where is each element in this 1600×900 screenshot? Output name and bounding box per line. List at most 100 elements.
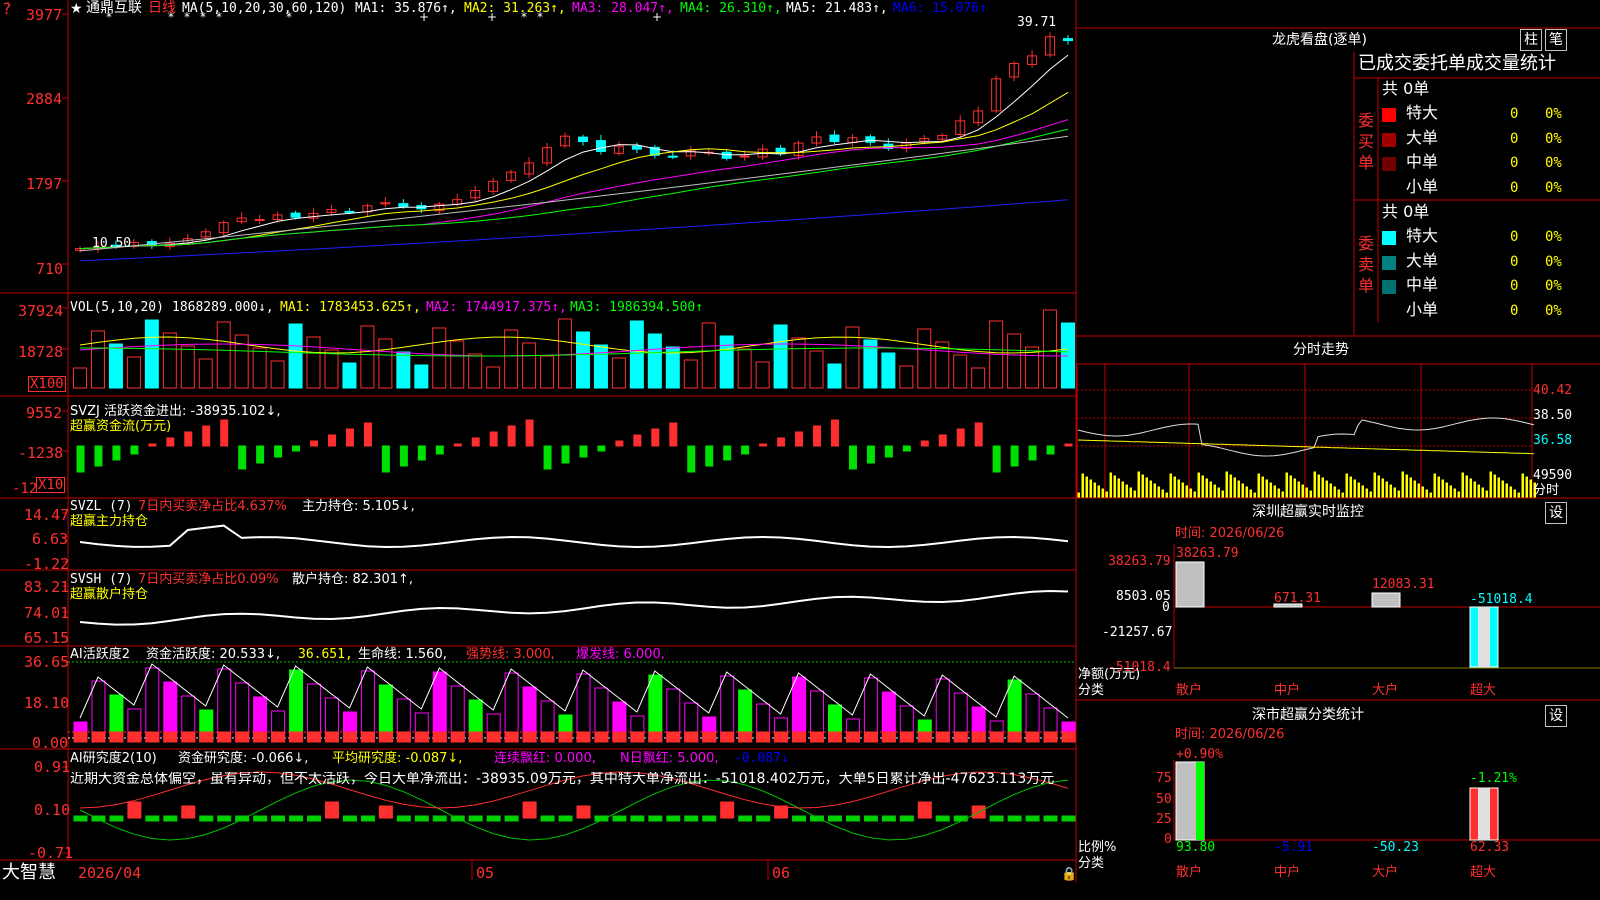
flow-bar <box>94 445 103 467</box>
flow-bar <box>310 440 319 447</box>
flow-bar <box>615 440 624 447</box>
intraday-volume <box>1397 490 1400 498</box>
intraday-volume <box>1461 472 1464 498</box>
intraday-volume <box>1401 471 1404 498</box>
intraday-volume <box>1325 480 1328 498</box>
intraday-volume <box>1269 482 1272 498</box>
intraday-volume <box>1361 485 1364 498</box>
sz-monitor-category: 中户 <box>1274 683 1301 698</box>
intraday-volume <box>1093 482 1096 498</box>
intraday-volume <box>1253 492 1256 498</box>
activity-base <box>468 731 483 743</box>
sz-monitor-settings-button[interactable]: 设 <box>1545 502 1567 524</box>
tick-view-button[interactable]: 笔 <box>1545 29 1567 51</box>
volume-bar <box>108 343 123 389</box>
research-bar <box>396 815 411 822</box>
sell-row-count: 0 <box>1510 253 1519 270</box>
activity-base <box>73 731 88 743</box>
activity-base <box>289 731 304 743</box>
bar-view-button[interactable]: 柱 <box>1520 29 1542 51</box>
stats-title: 已成交委托单成交量统计 <box>1358 53 1556 74</box>
buy-row-label: 中单 <box>1406 152 1439 171</box>
intraday-volume <box>1261 476 1264 498</box>
intraday-volume <box>1393 487 1396 498</box>
activity-bar <box>360 670 375 743</box>
research-bar <box>145 815 160 822</box>
intraday-volume <box>1113 475 1116 498</box>
flow-bar <box>489 431 498 447</box>
intraday-volume <box>1117 478 1120 498</box>
flow-bar <box>1010 445 1019 467</box>
buy-row-count: 0 <box>1510 106 1519 122</box>
intraday-volume <box>1457 491 1460 498</box>
intraday-volume <box>1285 472 1288 498</box>
flow-bar <box>1046 445 1055 455</box>
research-bar <box>792 815 807 822</box>
research-bar <box>324 801 339 819</box>
research-bar <box>342 815 357 822</box>
activity-base <box>971 731 986 743</box>
activity-base <box>810 731 825 743</box>
research-bar <box>468 815 483 822</box>
candle-body <box>254 219 265 222</box>
research-bar <box>271 815 286 822</box>
period-label[interactable]: 日线 <box>148 1 176 15</box>
ai-research-v1: 资金研究度: -0.066↓, <box>178 751 309 766</box>
research-bar <box>863 815 878 822</box>
favorite-star-icon[interactable]: ★ <box>70 2 83 16</box>
intraday-volume <box>1473 481 1476 498</box>
research-bar <box>163 815 178 822</box>
intraday-volume <box>1481 487 1484 498</box>
flow-bar <box>920 440 929 447</box>
ai-active-title: AI活跃度2 <box>70 647 130 662</box>
volume-bar <box>270 360 285 389</box>
volume-bar <box>288 323 303 389</box>
research-bar <box>881 815 896 822</box>
volume-bar <box>881 352 896 389</box>
activity-line <box>79 663 1069 719</box>
svsh-title: SVSH (7) <box>70 572 133 587</box>
intraday-volume <box>1221 490 1224 498</box>
sell-orders-label: 委卖单 <box>1358 234 1375 295</box>
activity-base <box>253 731 268 743</box>
flow-bar <box>345 428 354 447</box>
sz-monitor-value: -51018.4 <box>1470 592 1533 607</box>
vol-title: VOL(5,10,20) <box>70 300 164 315</box>
ai-active-axis-tick: 18.10 <box>24 694 70 712</box>
sz-class-settings-button[interactable]: 设 <box>1545 705 1567 727</box>
date-axis-tick: 2026/04 <box>78 864 142 882</box>
intraday-volume <box>1437 476 1440 498</box>
volume-bar <box>611 357 626 389</box>
ma4-value: MA4: 26.310↑, <box>680 1 782 16</box>
research-bar <box>432 815 447 822</box>
flow-bar <box>112 445 121 461</box>
activity-base <box>163 731 178 743</box>
sz-monitor-value: 12083.31 <box>1372 577 1435 592</box>
sz-monitor-category: 散户 <box>1176 683 1203 698</box>
lhb-title: 龙虎看盘(逐单) <box>1272 32 1367 48</box>
intraday-volume <box>1453 488 1456 498</box>
intraday-volume <box>1213 484 1216 498</box>
intraday-volume <box>1149 480 1152 498</box>
intraday-volume <box>1289 475 1292 498</box>
ma2-value: MA2: 31.263↑, <box>464 1 566 16</box>
activity-base <box>774 731 789 743</box>
intraday-volume <box>1217 487 1220 498</box>
research-bar <box>612 815 627 822</box>
flow-bar <box>974 422 983 447</box>
flow-bar <box>938 434 947 447</box>
intraday-volume <box>1297 481 1300 498</box>
corner-mark[interactable]: ? <box>2 1 12 17</box>
volume-bar <box>306 336 321 389</box>
lock-icon[interactable]: 🔒 <box>1061 868 1077 881</box>
intraday-axis-tick: 49590 <box>1533 468 1573 483</box>
intraday-volume <box>1153 483 1156 498</box>
intraday-volume <box>1309 490 1312 498</box>
brand-logo: 大智慧 <box>2 862 56 883</box>
sz-monitor-axis-tick: 0 <box>1162 600 1170 615</box>
volume-bar <box>701 322 716 389</box>
svsh-hold: 散户持仓: 82.301↑, <box>292 572 414 587</box>
sz-class-time: 时间: 2026/06/26 <box>1175 727 1285 742</box>
volume-bar <box>1007 333 1022 389</box>
volume-bar <box>522 342 537 389</box>
